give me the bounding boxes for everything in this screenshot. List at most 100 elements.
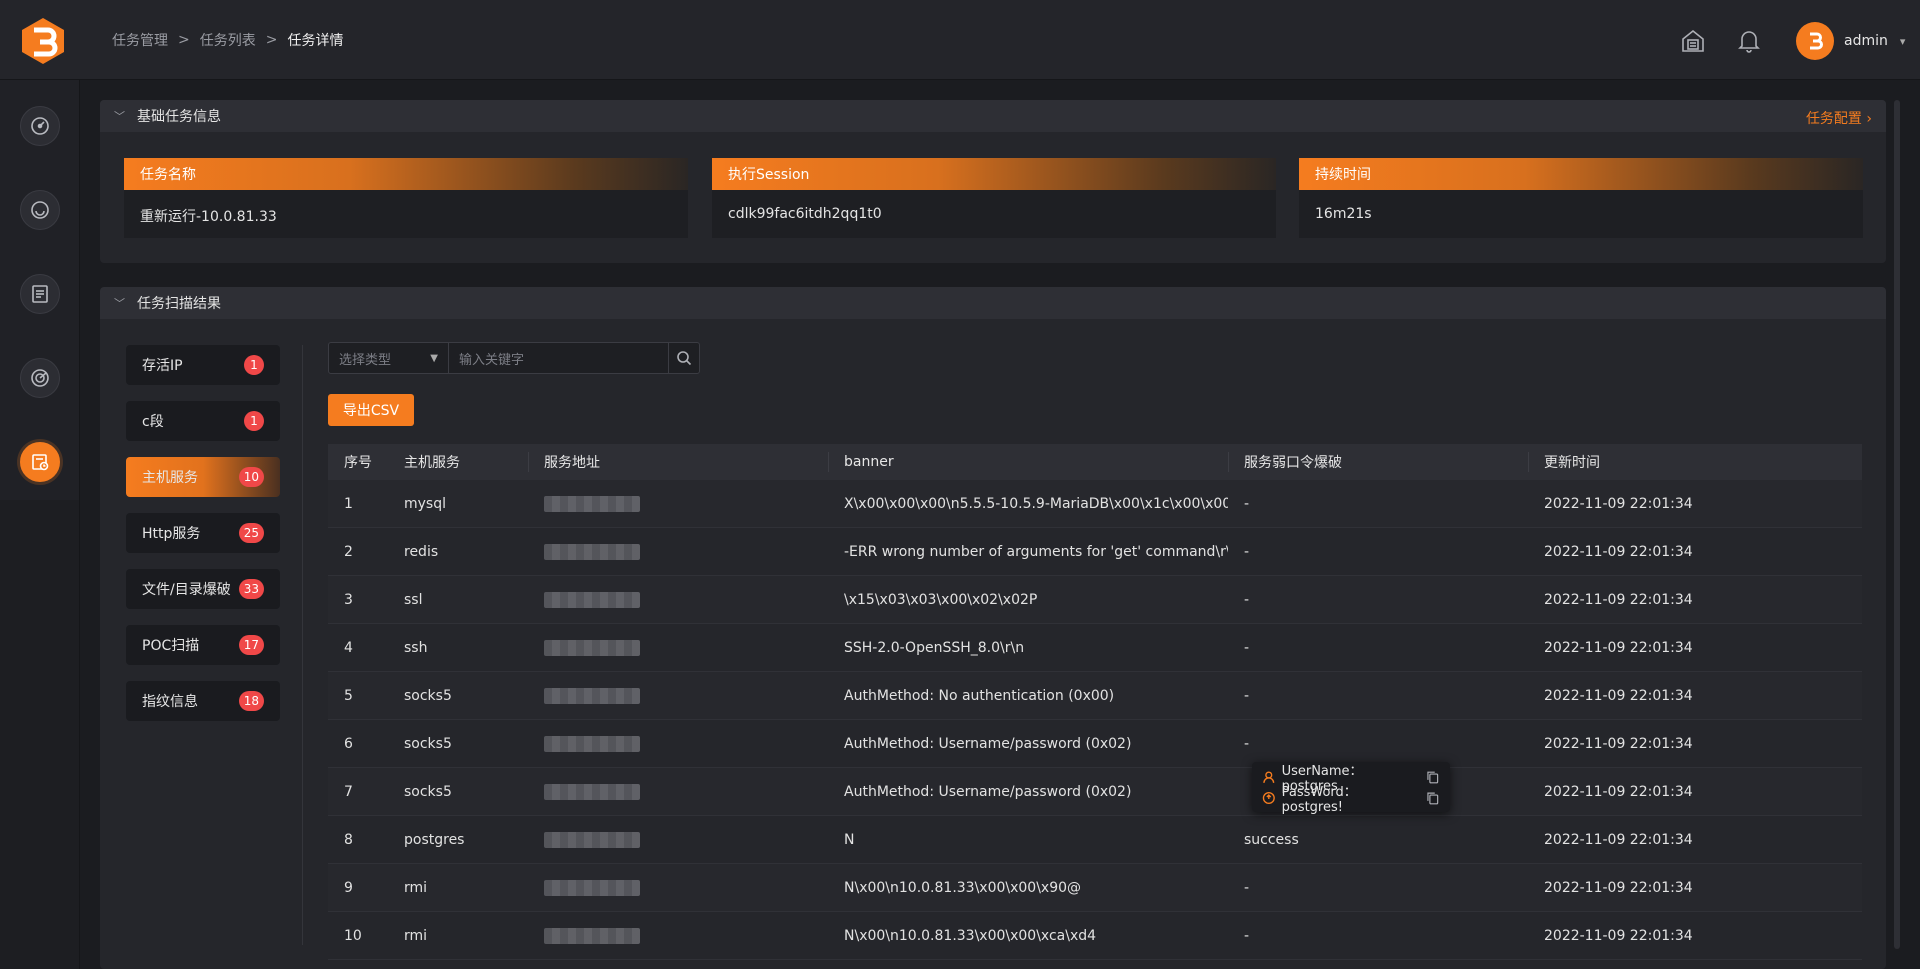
collapse-chevron-icon[interactable]: ﹀ [114, 295, 125, 311]
table-row[interactable]: 10 rmi N\x00\n10.0.81.33\x00\x00\xca\xd4 -2… [328, 912, 1862, 960]
redacted-address [544, 543, 640, 560]
table-header: 序号 主机服务 服务地址 banner 服务弱口令爆破 更新时间 [328, 444, 1862, 480]
left-rail [0, 80, 80, 500]
side-item-c-segment[interactable]: c段 1 [126, 401, 280, 441]
breadcrumb-task-management[interactable]: 任务管理 [112, 30, 168, 50]
cell-weak-password[interactable]: - [1228, 576, 1528, 623]
side-item-label: 指纹信息 [142, 694, 198, 710]
collapse-chevron-icon[interactable]: ﹀ [114, 108, 125, 124]
session-card: 执行Session cdlk99fac6itdh2qq1t0 [712, 158, 1276, 238]
redacted-address [544, 639, 640, 656]
side-item-label: POC扫描 [142, 638, 200, 654]
cell-banner: -ERR wrong number of arguments for 'get'… [844, 543, 1228, 560]
table-row[interactable]: 3 ssl \x15\x03\x03\x00\x02\x02P -2022-11-09… [328, 576, 1862, 624]
app-logo[interactable] [20, 16, 66, 66]
side-item-label: Http服务 [142, 526, 201, 542]
cell-banner: N\x00\n10.0.81.33\x00\x00\xca\xd4 [844, 927, 1097, 944]
cell-banner: AuthMethod: No authentication (0x00) [844, 687, 1115, 704]
col-header-index: 序号 [344, 455, 372, 471]
breadcrumb-task-list[interactable]: 任务列表 [200, 30, 256, 50]
page-scrollbar[interactable] [1894, 100, 1900, 949]
radar-icon[interactable] [20, 358, 60, 398]
cell-address [528, 864, 828, 911]
count-badge: 33 [238, 579, 264, 599]
list-doc-icon[interactable] [20, 274, 60, 314]
cell-updated-time: 2022-11-09 22:01:34 [1544, 831, 1693, 848]
task-detail-icon[interactable] [20, 442, 60, 482]
table-row[interactable]: 8 postgres Nsuccess 2022-11-09 22:01:34 [328, 816, 1862, 864]
top-bar: 任务管理 > 任务列表 > 任务详情 admin ▾ [0, 0, 1920, 80]
cell-weak-password[interactable]: success [1228, 816, 1528, 863]
side-item-host-service[interactable]: 主机服务 10 [126, 457, 280, 497]
cell-updated-time: 2022-11-09 22:01:34 [1544, 639, 1693, 656]
cell-banner: AuthMethod: Username/password (0x02) [844, 783, 1132, 800]
count-badge: 17 [238, 635, 264, 655]
col-header-banner: banner [828, 444, 1228, 480]
side-item-http-service[interactable]: Http服务 25 [126, 513, 280, 553]
user-icon [1263, 770, 1275, 783]
cell-weak-password[interactable]: - [1228, 624, 1528, 671]
table-row[interactable]: 1 mysql X\x00\x00\x00\n5.5.5-10.5.9-MariaD… [328, 480, 1862, 528]
scan-results-title: 任务扫描结果 [137, 296, 221, 312]
caret-down-icon: ▼ [430, 352, 438, 364]
cell-service: socks5 [404, 783, 452, 800]
credential-tooltip: UserName：postgres PassWord：postgres! [1252, 762, 1450, 815]
chevron-down-icon: ▾ [1899, 34, 1906, 48]
user-menu[interactable]: admin ▾ [1796, 22, 1905, 60]
redacted-address [544, 687, 640, 704]
cell-weak-password[interactable]: - [1228, 672, 1528, 719]
card-value: 重新运行-10.0.81.33 [140, 209, 277, 225]
home-doc-icon[interactable] [1680, 28, 1706, 54]
count-badge: 1 [244, 355, 264, 375]
breadcrumb-separator: > [265, 32, 278, 48]
card-label: 任务名称 [124, 158, 688, 190]
bell-icon[interactable] [1736, 28, 1762, 54]
cell-updated-time: 2022-11-09 22:01:34 [1544, 927, 1693, 944]
side-item-dir-brute[interactable]: 文件/目录爆破 33 [126, 569, 280, 609]
username: admin [1844, 33, 1888, 49]
table-row[interactable]: 7 socks5 AuthMethod: Username/password (0x… [328, 768, 1862, 816]
filter-bar: 选择类型 ▼ 输入关键字 [328, 342, 700, 374]
table-row[interactable]: 6 socks5 AuthMethod: Username/password (0x… [328, 720, 1862, 768]
cell-address [528, 768, 828, 815]
cell-service: rmi [404, 879, 428, 896]
table-row[interactable]: 9 rmi N\x00\n10.0.81.33\x00\x00\x90@ -2022-… [328, 864, 1862, 912]
cell-weak-password[interactable]: - [1228, 528, 1528, 575]
dashboard-icon[interactable] [20, 106, 60, 146]
scan-results-header[interactable]: ﹀ 任务扫描结果 [100, 287, 1886, 319]
keyword-input[interactable]: 输入关键字 [449, 343, 669, 373]
cell-index: 6 [344, 735, 353, 752]
host-service-table: 序号 主机服务 服务地址 banner 服务弱口令爆破 更新时间 1 mysql X… [328, 444, 1862, 960]
cell-weak-password[interactable]: - [1228, 480, 1528, 527]
cell-address [528, 624, 828, 671]
table-row[interactable]: 4 ssh SSH-2.0-OpenSSH_8.0\r\n -2022-11-09 2… [328, 624, 1862, 672]
search-icon [677, 351, 692, 366]
task-config-link[interactable]: 任务配置 › [1806, 108, 1872, 128]
side-item-poc-scan[interactable]: POC扫描 17 [126, 625, 280, 665]
cell-service: rmi [404, 927, 428, 944]
cell-index: 1 [344, 495, 353, 512]
search-button[interactable] [669, 343, 699, 373]
basic-info-header[interactable]: ﹀ 基础任务信息 任务配置 › [100, 100, 1886, 132]
cell-banner: \x15\x03\x03\x00\x02\x02P [844, 591, 1038, 608]
cell-updated-time: 2022-11-09 22:01:34 [1544, 495, 1693, 512]
target-icon[interactable] [20, 190, 60, 230]
copy-icon[interactable] [1426, 770, 1440, 784]
redacted-address [544, 591, 640, 608]
cell-index: 7 [344, 783, 353, 800]
type-select[interactable]: 选择类型 ▼ [329, 343, 449, 373]
table-body: 1 mysql X\x00\x00\x00\n5.5.5-10.5.9-MariaD… [328, 480, 1862, 960]
side-item-alive-ip[interactable]: 存活IP 1 [126, 345, 280, 385]
cell-service: postgres [404, 831, 465, 848]
col-header-weak-password: 服务弱口令爆破 [1228, 444, 1528, 480]
table-row[interactable]: 2 redis -ERR wrong number of arguments for… [328, 528, 1862, 576]
table-row[interactable]: 5 socks5 AuthMethod: No authentication (0x… [328, 672, 1862, 720]
cell-index: 10 [344, 927, 362, 944]
export-csv-button[interactable]: 导出CSV [328, 394, 414, 426]
cell-weak-password[interactable]: - [1228, 864, 1528, 911]
side-item-fingerprint[interactable]: 指纹信息 18 [126, 681, 280, 721]
cell-address [528, 576, 828, 623]
cell-weak-password[interactable]: - [1228, 912, 1528, 959]
copy-icon[interactable] [1426, 791, 1440, 805]
col-header-service: 主机服务 [404, 455, 460, 471]
